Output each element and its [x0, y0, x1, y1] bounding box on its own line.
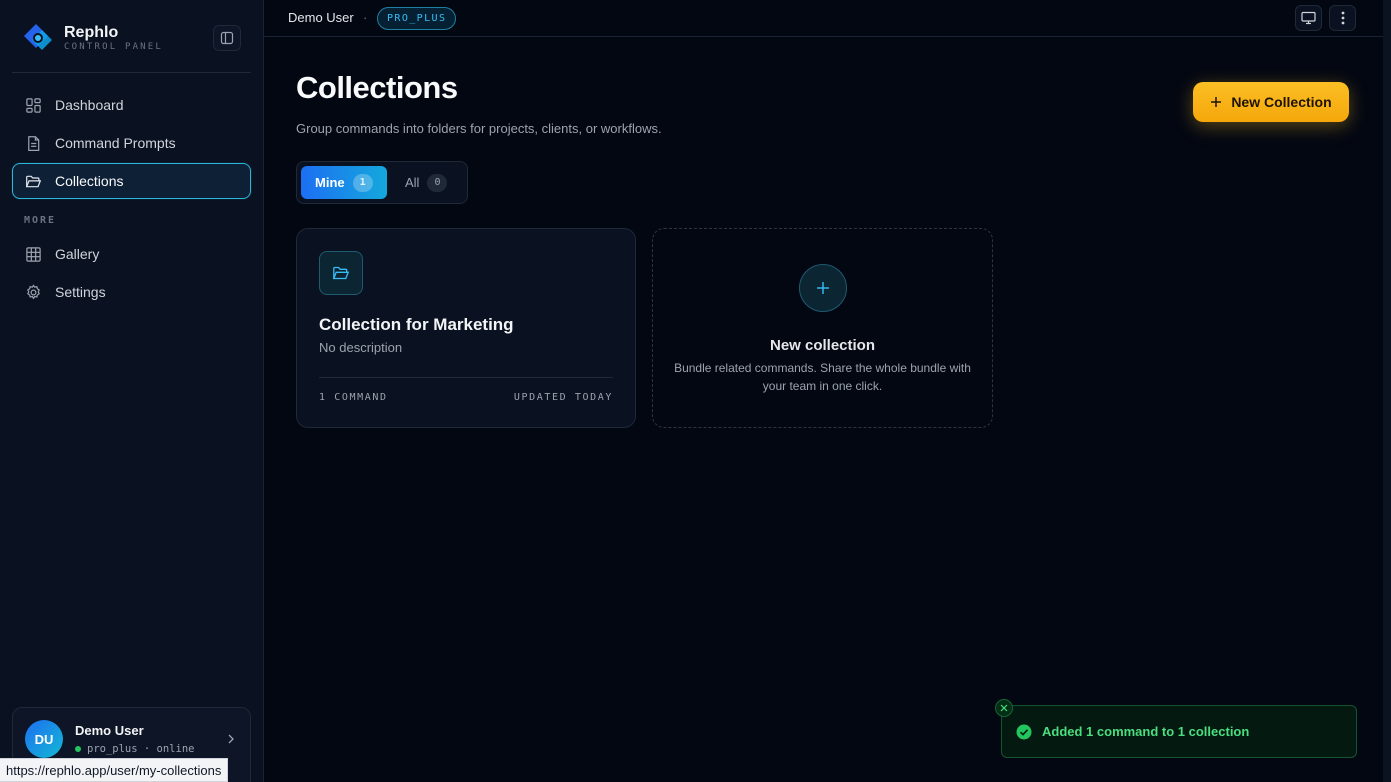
monitor-icon [1301, 11, 1316, 25]
sidebar-item-gallery[interactable]: Gallery [12, 236, 251, 272]
tab-count: 0 [427, 173, 448, 192]
new-collection-plus-button[interactable] [799, 264, 847, 312]
avatar: DU [25, 720, 63, 758]
collection-filter-tabs: Mine 1 All 0 [296, 161, 468, 204]
toast-close-button[interactable] [995, 699, 1013, 717]
page-title: Collections [296, 70, 458, 105]
more-options-button[interactable] [1329, 5, 1356, 31]
sidebar-divider [12, 72, 251, 73]
more-vertical-icon [1341, 11, 1344, 25]
sidebar: Rephlo CONTROL PANEL Dashboard Command P… [0, 0, 264, 782]
sidebar-item-command-prompts[interactable]: Command Prompts [12, 125, 251, 161]
user-status: pro_plus · online [75, 743, 194, 755]
brand-subtitle: CONTROL PANEL [64, 42, 164, 52]
sidebar-toggle-icon [220, 31, 234, 45]
sidebar-item-dashboard[interactable]: Dashboard [12, 87, 251, 123]
collection-card[interactable]: Collection for Marketing No description … [296, 228, 636, 428]
folder-open-icon [25, 175, 42, 187]
new-collection-label: New Collection [1231, 94, 1332, 110]
topbar-separator: · [363, 10, 368, 25]
page-subtitle: Group commands into folders for projects… [296, 121, 662, 136]
page-scrollbar[interactable] [1383, 0, 1391, 782]
new-collection-card[interactable]: New collection Bundle related commands. … [652, 228, 993, 428]
tab-count: 1 [352, 173, 373, 192]
topbar: Demo User · PRO_PLUS [264, 0, 1383, 37]
document-icon [28, 135, 40, 151]
sidebar-item-label: Command Prompts [55, 135, 176, 151]
sidebar-item-label: Gallery [55, 246, 100, 262]
collapse-sidebar-button[interactable] [213, 25, 241, 51]
tab-all[interactable]: All 0 [391, 166, 461, 199]
chevron-right-icon [228, 734, 234, 744]
check-circle-icon [1016, 724, 1032, 739]
plus-icon [1211, 97, 1222, 107]
collection-updated: UPDATED TODAY [513, 392, 613, 403]
collection-command-count: 1 COMMAND [319, 392, 388, 403]
topbar-user-name: Demo User [288, 10, 354, 25]
collection-description: No description [319, 340, 403, 355]
brand[interactable]: Rephlo CONTROL PANEL [22, 22, 242, 54]
card-folder-icon-wrap [319, 251, 363, 295]
close-icon [1000, 704, 1008, 712]
success-toast: Added 1 command to 1 collection [995, 699, 1357, 758]
rephlo-logo-icon [24, 24, 52, 50]
plan-badge: PRO_PLUS [377, 7, 457, 30]
tab-label: Mine [315, 175, 345, 190]
user-name: Demo User [75, 723, 144, 738]
sidebar-item-label: Settings [55, 284, 106, 300]
status-url-bar: https://rephlo.app/user/my-collections [0, 758, 229, 782]
sidebar-section-more: MORE [24, 215, 57, 226]
sidebar-item-settings[interactable]: Settings [12, 274, 251, 310]
new-collection-card-description: Bundle related commands. Share the whole… [674, 361, 971, 393]
online-status-dot [75, 746, 81, 752]
dashboard-icon [26, 97, 41, 113]
tab-label: All [405, 175, 420, 190]
sidebar-item-label: Dashboard [55, 97, 124, 113]
new-collection-button[interactable]: New Collection [1193, 82, 1349, 122]
card-divider [319, 377, 613, 378]
sidebar-item-label: Collections [55, 173, 124, 189]
display-mode-button[interactable] [1295, 5, 1322, 31]
plus-icon [817, 282, 829, 294]
user-status-text: pro_plus · online [87, 743, 195, 755]
collection-title: Collection for Marketing [319, 315, 514, 334]
tab-mine[interactable]: Mine 1 [301, 166, 387, 199]
folder-open-icon [332, 266, 350, 280]
new-collection-card-title: New collection [769, 337, 876, 354]
sidebar-item-collections[interactable]: Collections [12, 163, 251, 199]
brand-name: Rephlo [64, 24, 119, 41]
toast-message: Added 1 command to 1 collection [1042, 724, 1250, 739]
gear-icon [27, 283, 40, 299]
grid-icon [26, 246, 41, 262]
